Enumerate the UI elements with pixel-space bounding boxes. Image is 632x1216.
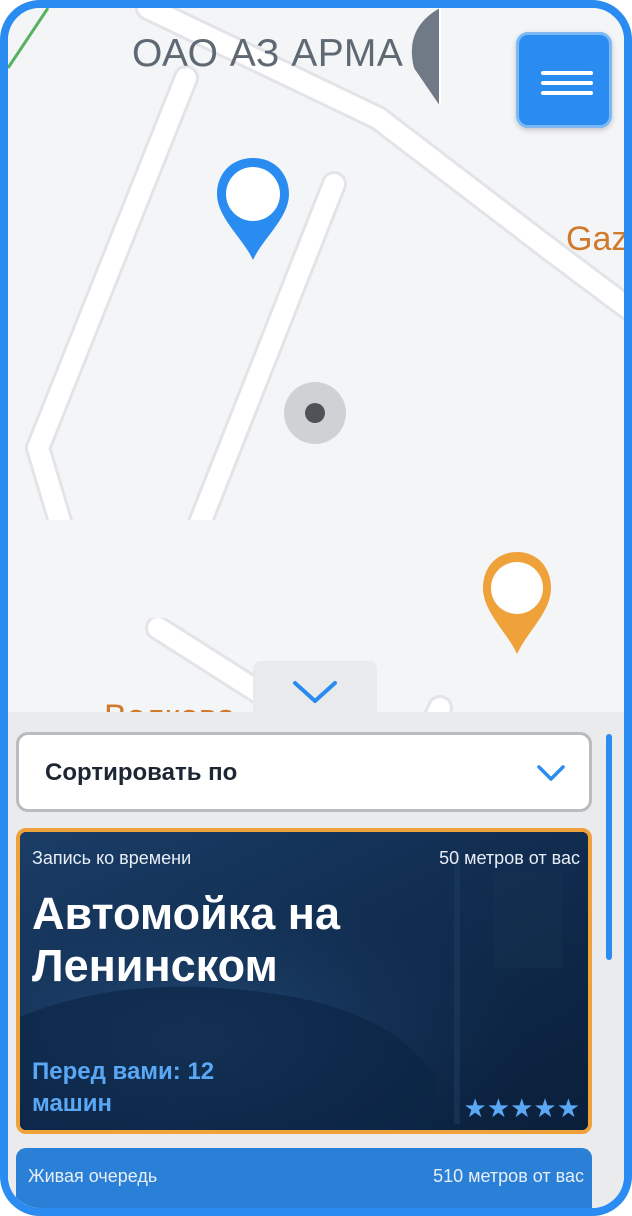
- sheet-toggle-button[interactable]: [253, 661, 377, 717]
- scrollbar[interactable]: [606, 734, 612, 960]
- card-distance: 510 метров от вас: [433, 1166, 584, 1186]
- card-title: Автомойка на Ленинском: [32, 888, 341, 991]
- phone-frame: ОАО АЗ АРМА Gaz Волкова: [0, 0, 632, 1216]
- current-location-icon: [284, 382, 346, 444]
- bottom-sheet: Сортировать по Запись ко времени 50 метр…: [8, 712, 624, 1208]
- map[interactable]: ОАО АЗ АРМА Gaz Волкова: [8, 8, 624, 728]
- map-pin-grey-icon[interactable]: [404, 8, 444, 113]
- card-booking-type: Живая очередь: [28, 1166, 158, 1186]
- map-pin-blue-icon[interactable]: [213, 156, 293, 267]
- map-pin-orange-icon[interactable]: [479, 550, 555, 661]
- carwash-card[interactable]: Живая очередь 510 метров от вас: [16, 1148, 592, 1208]
- carwash-card[interactable]: Запись ко времени 50 метров от вас Автом…: [16, 828, 592, 1134]
- sort-label: Сортировать по: [45, 759, 238, 786]
- menu-button[interactable]: [516, 32, 612, 128]
- map-label-gaz: Gaz: [566, 220, 624, 258]
- card-queue: Перед вами: 12 машин: [32, 1058, 215, 1117]
- card-distance: 50 метров от вас: [439, 848, 580, 868]
- card-rating-stars: ★★★★★: [463, 1094, 580, 1124]
- map-label-oao: ОАО АЗ АРМА: [132, 32, 404, 75]
- card-booking-type: Запись ко времени: [32, 848, 192, 868]
- menu-icon: [541, 71, 593, 75]
- chevron-down-icon: [537, 765, 565, 781]
- sort-dropdown[interactable]: Сортировать по: [16, 732, 592, 812]
- chevron-down-icon: [293, 681, 337, 703]
